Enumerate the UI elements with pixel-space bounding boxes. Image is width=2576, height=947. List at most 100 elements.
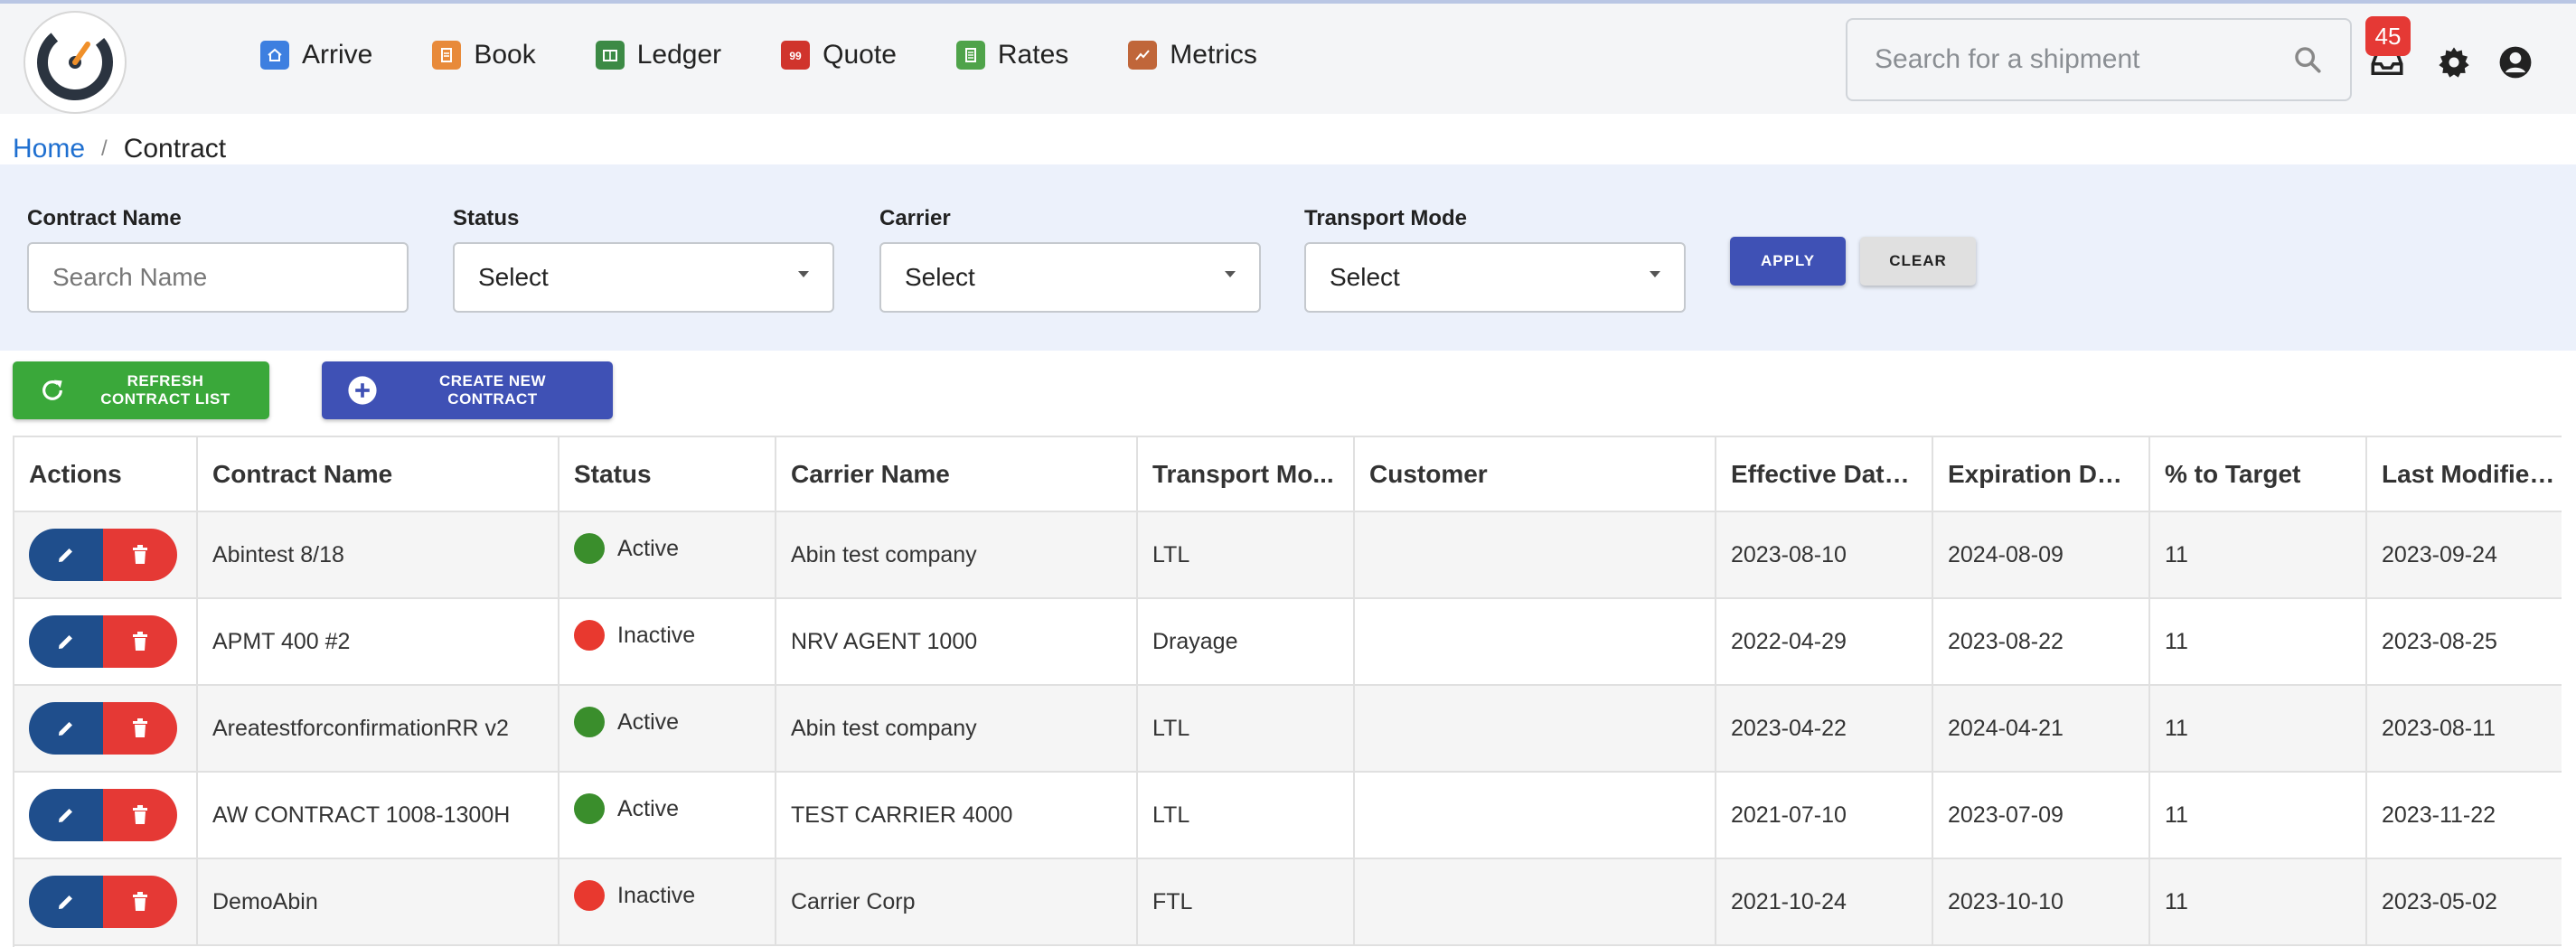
delete-button[interactable] <box>103 789 177 841</box>
percent-to-target-cell: 11 <box>2149 858 2367 946</box>
edit-button[interactable] <box>29 615 103 668</box>
column-header-percent-to-target[interactable]: % to Target <box>2149 437 2367 512</box>
nav-item-rates[interactable]: Rates <box>955 40 1069 70</box>
edit-button[interactable] <box>29 702 103 755</box>
column-header-carrier-name[interactable]: Carrier Name <box>776 437 1138 512</box>
delete-button[interactable] <box>103 702 177 755</box>
caret-down-icon <box>1650 270 1660 277</box>
row-actions <box>29 615 177 668</box>
column-header-effective-date[interactable]: Effective Date... <box>1716 437 1933 512</box>
status-dot-icon <box>574 707 605 737</box>
last-modified-cell: 2023-08-25 <box>2366 598 2562 686</box>
status-filter: Status Select <box>453 206 834 313</box>
table-row[interactable]: Abintest 8/18 Active Abin test company LTL 2… <box>14 511 2562 599</box>
column-header-transport-mode[interactable]: Transport Mo... <box>1137 437 1355 512</box>
nav-item-quote[interactable]: 99 Quote <box>781 40 897 70</box>
breadcrumb: Home / Contract <box>13 134 226 164</box>
account-icon[interactable] <box>2495 42 2536 83</box>
status-select[interactable]: Select <box>453 242 834 313</box>
column-header-last-modified[interactable]: Last Modified... <box>2366 437 2562 512</box>
refresh-contract-list-button[interactable]: REFRESH CONTRACT LIST <box>13 361 269 419</box>
customer-cell <box>1354 685 1716 773</box>
last-modified-cell: 2023-08-11 <box>2366 685 2562 773</box>
table-row[interactable]: AreatestforconfirmationRR v2 Active Abin t… <box>14 685 2562 773</box>
status-badge: Active <box>574 707 760 737</box>
nav-item-arrive[interactable]: Arrive <box>260 40 372 70</box>
carrier-select[interactable]: Select <box>879 242 1261 313</box>
clear-button[interactable]: CLEAR <box>1860 237 1976 286</box>
delete-button[interactable] <box>103 615 177 668</box>
actions-cell <box>14 598 198 686</box>
svg-text:99: 99 <box>789 50 802 62</box>
inbox-badge: 45 <box>2365 16 2411 56</box>
trash-icon <box>133 545 147 564</box>
customer-cell <box>1354 772 1716 859</box>
expiration-date-cell: 2024-04-21 <box>1932 685 2150 773</box>
trash-icon <box>133 805 147 824</box>
app-logo[interactable] <box>24 11 127 114</box>
actions-cell <box>14 772 198 859</box>
home-icon <box>260 41 289 70</box>
customer-cell <box>1354 511 1716 599</box>
last-modified-cell: 2023-05-02 <box>2366 858 2562 946</box>
delete-button[interactable] <box>103 876 177 928</box>
row-actions <box>29 529 177 581</box>
table-row[interactable]: DemoAbin Inactive Carrier Corp FTL 2021-10-2… <box>14 858 2562 946</box>
add-circle-icon <box>347 375 378 406</box>
nav-label-book: Book <box>474 40 536 70</box>
edit-button[interactable] <box>29 876 103 928</box>
transport-mode-cell: LTL <box>1137 772 1355 859</box>
table-row[interactable]: AW CONTRACT 1008-1300H Active TEST CARRIER… <box>14 772 2562 859</box>
column-header-status[interactable]: Status <box>559 437 776 512</box>
row-actions <box>29 702 177 755</box>
edit-button[interactable] <box>29 529 103 581</box>
gear-icon[interactable] <box>2433 42 2475 83</box>
expiration-date-cell: 2023-08-22 <box>1932 598 2150 686</box>
pencil-icon <box>59 809 72 822</box>
status-text: Active <box>617 708 680 735</box>
table-row[interactable]: APMT 400 #2 Inactive NRV AGENT 1000 Drayage… <box>14 598 2562 686</box>
contract-name-field[interactable] <box>27 242 409 313</box>
transport-mode-cell: LTL <box>1137 511 1355 599</box>
transport-mode-select[interactable]: Select <box>1304 242 1686 313</box>
status-dot-icon <box>574 793 605 824</box>
nav-item-ledger[interactable]: Ledger <box>595 40 721 70</box>
create-new-contract-button[interactable]: CREATE NEW CONTRACT <box>322 361 613 419</box>
refresh-contract-list-label: REFRESH CONTRACT LIST <box>100 372 230 408</box>
nav-label-metrics: Metrics <box>1170 40 1257 70</box>
nav-label-arrive: Arrive <box>302 40 373 70</box>
delete-button[interactable] <box>103 529 177 581</box>
effective-date-cell: 2023-08-10 <box>1716 511 1933 599</box>
percent-to-target-cell: 11 <box>2149 685 2367 773</box>
carrier-name-cell: NRV AGENT 1000 <box>776 598 1138 686</box>
status-cell: Active <box>559 511 776 599</box>
contract-name-input[interactable] <box>52 263 383 292</box>
status-badge: Inactive <box>574 880 760 911</box>
breadcrumb-current: Contract <box>123 134 227 164</box>
breadcrumb-home-link[interactable]: Home <box>13 134 85 164</box>
row-actions <box>29 876 177 928</box>
column-header-contract-name[interactable]: Contract Name <box>197 437 559 512</box>
logo-gauge-icon <box>37 24 113 100</box>
status-label: Status <box>453 206 520 230</box>
shipment-search-input[interactable] <box>1875 44 2292 75</box>
status-cell: Inactive <box>559 598 776 686</box>
carrier-name-cell: Abin test company <box>776 685 1138 773</box>
status-dot-icon <box>574 533 605 564</box>
apply-button[interactable]: APPLY <box>1730 237 1846 286</box>
column-header-customer[interactable]: Customer <box>1354 437 1716 512</box>
edit-button[interactable] <box>29 789 103 841</box>
nav-item-book[interactable]: Book <box>432 40 536 70</box>
status-text: Inactive <box>617 622 696 648</box>
contract-name-cell: Abintest 8/18 <box>197 511 559 599</box>
search-icon[interactable] <box>2292 44 2323 75</box>
book-icon <box>432 41 462 70</box>
nav-label-rates: Rates <box>997 40 1069 70</box>
nav-label-quote: Quote <box>823 40 897 70</box>
shipment-search[interactable] <box>1846 18 2352 101</box>
actions-cell <box>14 511 198 599</box>
carrier-select-value: Select <box>905 263 975 291</box>
column-header-expiration-date[interactable]: Expiration Dat... <box>1932 437 2150 512</box>
metrics-icon <box>1128 41 1158 70</box>
nav-item-metrics[interactable]: Metrics <box>1128 40 1257 70</box>
